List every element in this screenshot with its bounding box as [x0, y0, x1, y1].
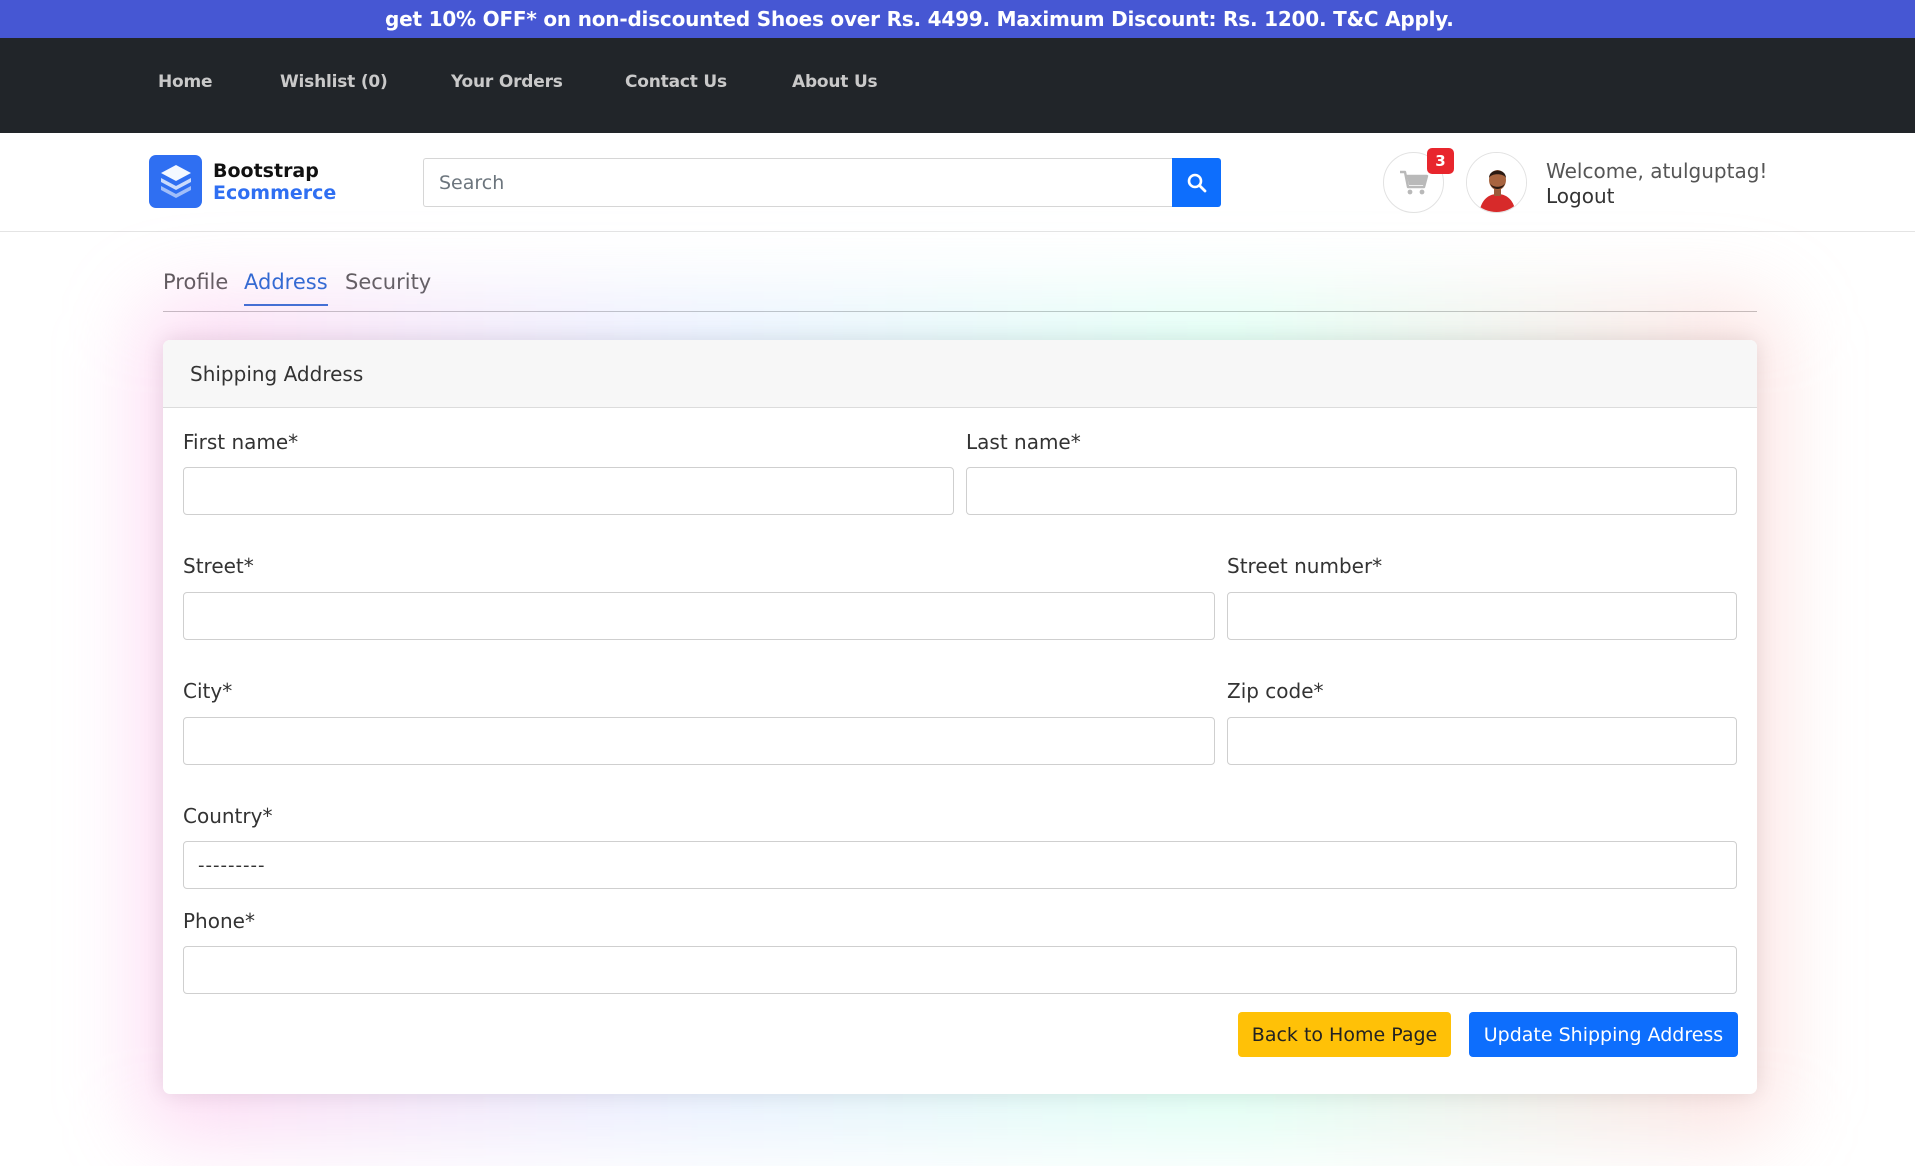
last-name-label: Last name* [966, 430, 1081, 454]
brand-name-line2[interactable]: Ecommerce [213, 182, 336, 204]
brand-logo-icon[interactable] [149, 155, 202, 208]
cart-count-badge: 3 [1427, 148, 1454, 174]
nav-about-us[interactable]: About Us [792, 72, 878, 92]
tab-profile[interactable]: Profile [163, 270, 228, 304]
back-to-home-button[interactable]: Back to Home Page [1238, 1012, 1451, 1057]
first-name-label: First name* [183, 430, 299, 454]
welcome-text: Welcome, atulguptag! [1546, 159, 1768, 183]
promo-banner: get 10% OFF* on non-discounted Shoes ove… [0, 0, 1915, 38]
card-title: Shipping Address [190, 362, 364, 386]
nav-wishlist[interactable]: Wishlist (0) [280, 72, 388, 92]
street-number-field[interactable] [1227, 592, 1737, 640]
city-label: City* [183, 679, 233, 703]
phone-field[interactable] [183, 946, 1737, 994]
avatar[interactable] [1466, 152, 1527, 213]
first-name-field[interactable] [183, 467, 954, 515]
promo-text: get 10% OFF* on non-discounted Shoes ove… [385, 7, 1454, 31]
zip-code-label: Zip code* [1227, 679, 1324, 703]
phone-label: Phone* [183, 909, 255, 933]
street-label: Street* [183, 554, 254, 578]
search-button[interactable] [1172, 158, 1221, 207]
country-label: Country* [183, 804, 273, 828]
country-select[interactable]: --------- [183, 841, 1737, 889]
top-navigation: Home Wishlist (0) Your Orders Contact Us… [0, 38, 1915, 133]
nav-home[interactable]: Home [158, 72, 213, 92]
last-name-field[interactable] [966, 467, 1737, 515]
brand-name-line1[interactable]: Bootstrap [213, 160, 319, 182]
search-icon [1187, 173, 1206, 192]
nav-your-orders[interactable]: Your Orders [451, 72, 563, 92]
tab-security[interactable]: Security [345, 270, 431, 304]
city-field[interactable] [183, 717, 1215, 765]
cart-icon [1399, 170, 1428, 194]
nav-contact-us[interactable]: Contact Us [625, 72, 727, 92]
street-field[interactable] [183, 592, 1215, 640]
street-number-label: Street number* [1227, 554, 1383, 578]
zip-code-field[interactable] [1227, 717, 1737, 765]
site-header: Bootstrap Ecommerce 3 Welcome, atulgupta… [0, 133, 1915, 232]
card-header: Shipping Address [163, 340, 1757, 408]
shipping-address-card: Shipping Address First name* Last name* … [163, 340, 1757, 1094]
logout-link[interactable]: Logout [1546, 184, 1614, 208]
country-selected-value: --------- [198, 854, 266, 876]
search-input[interactable] [423, 158, 1173, 207]
update-shipping-address-button[interactable]: Update Shipping Address [1469, 1012, 1738, 1057]
